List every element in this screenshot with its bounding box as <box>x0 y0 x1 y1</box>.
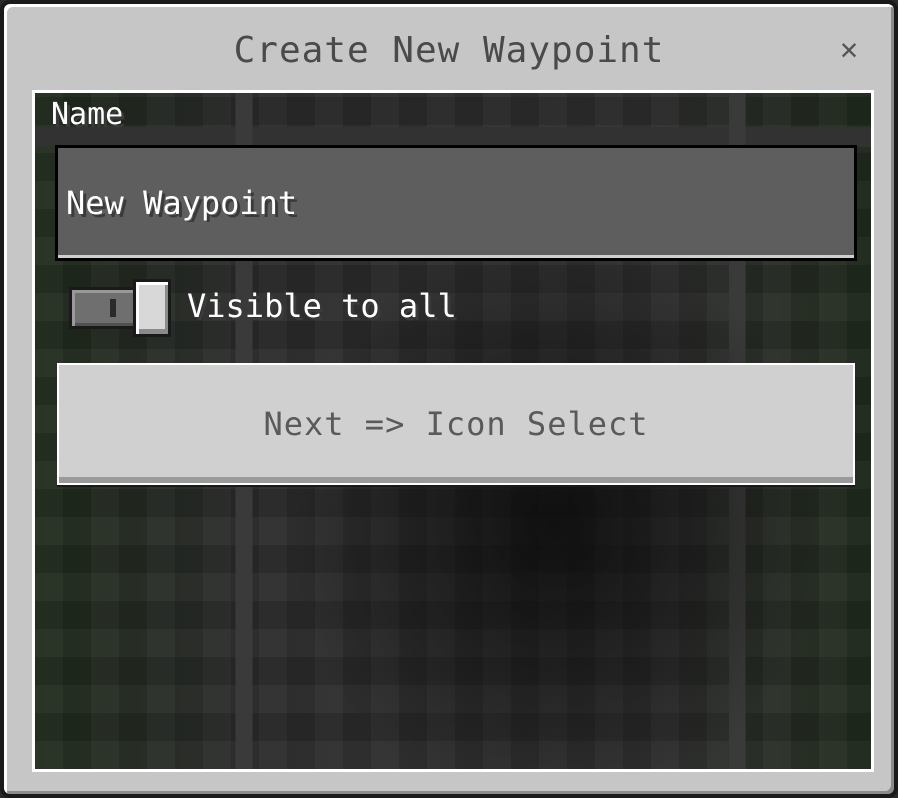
dialog-title: Create New Waypoint <box>233 30 665 71</box>
visible-to-all-label: Visible to all <box>187 287 457 325</box>
name-label: Name <box>51 97 124 132</box>
waypoint-name-input[interactable] <box>55 145 857 261</box>
toggle-knob[interactable] <box>133 279 171 337</box>
create-waypoint-dialog: Create New Waypoint ✕ Name Visible to al… <box>0 0 898 798</box>
dialog-content: Name Visible to all Next => Icon Select <box>32 90 874 772</box>
visible-to-all-toggle[interactable] <box>69 279 171 337</box>
close-icon[interactable]: ✕ <box>834 32 864 67</box>
next-icon-select-button[interactable]: Next => Icon Select <box>57 363 855 485</box>
toggle-off-mark-icon <box>110 299 116 317</box>
